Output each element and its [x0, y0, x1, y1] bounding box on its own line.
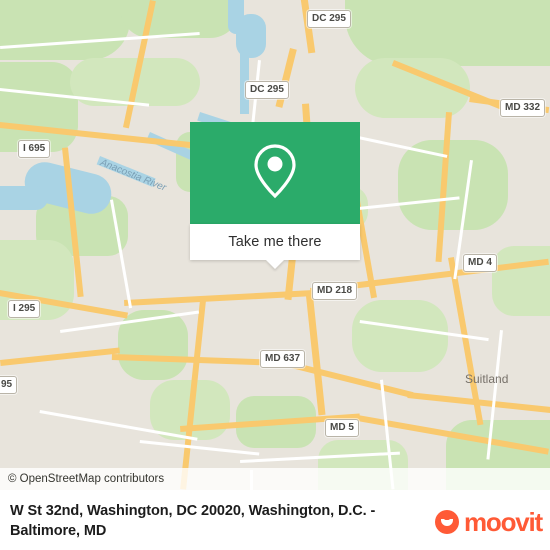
park-area	[345, 0, 550, 66]
highway-shield: 95	[0, 376, 18, 394]
highway-shield: MD 637	[260, 350, 306, 368]
park-area	[0, 0, 130, 60]
park-area	[120, 0, 240, 38]
attribution-text[interactable]: © OpenStreetMap contributors	[0, 473, 164, 485]
location-popup[interactable]: Take me there	[190, 122, 360, 269]
popup-header	[190, 122, 360, 224]
park-area	[352, 300, 448, 372]
moovit-wordmark: moovit	[463, 507, 543, 537]
highway-shield: MD 4	[463, 254, 497, 272]
take-me-there-label: Take me there	[228, 234, 322, 250]
map-attribution-bar: © OpenStreetMap contributors	[0, 468, 550, 490]
river-water	[240, 44, 249, 114]
highway-shield: I 695	[18, 140, 51, 158]
highway-shield: I 295	[8, 300, 41, 318]
moovit-mark-icon	[434, 510, 459, 534]
highway-shield: MD 5	[325, 419, 359, 437]
take-me-there-button[interactable]: Take me there	[190, 224, 360, 269]
river-water	[0, 186, 48, 210]
place-label-suitland: Suitland	[465, 372, 509, 386]
highway-shield: DC 295	[245, 81, 289, 99]
footer-bar: W St 32nd, Washington, DC 20020, Washing…	[0, 490, 550, 550]
map-screenshot: Anacostia River Suitland DC 295 DC 295 M…	[0, 0, 550, 550]
address-label: W St 32nd, Washington, DC 20020, Washing…	[10, 503, 376, 539]
map-pin-icon	[252, 143, 298, 204]
popup-pointer	[266, 260, 284, 269]
highway-shield: MD 332	[500, 99, 546, 117]
highway-shield: MD 218	[312, 282, 358, 300]
map-canvas[interactable]: Anacostia River Suitland DC 295 DC 295 M…	[0, 0, 550, 490]
park-area	[398, 140, 508, 230]
moovit-logo[interactable]: moovit	[434, 507, 543, 537]
park-area	[0, 62, 78, 152]
park-area	[492, 246, 550, 316]
highway-shield: DC 295	[307, 10, 351, 28]
